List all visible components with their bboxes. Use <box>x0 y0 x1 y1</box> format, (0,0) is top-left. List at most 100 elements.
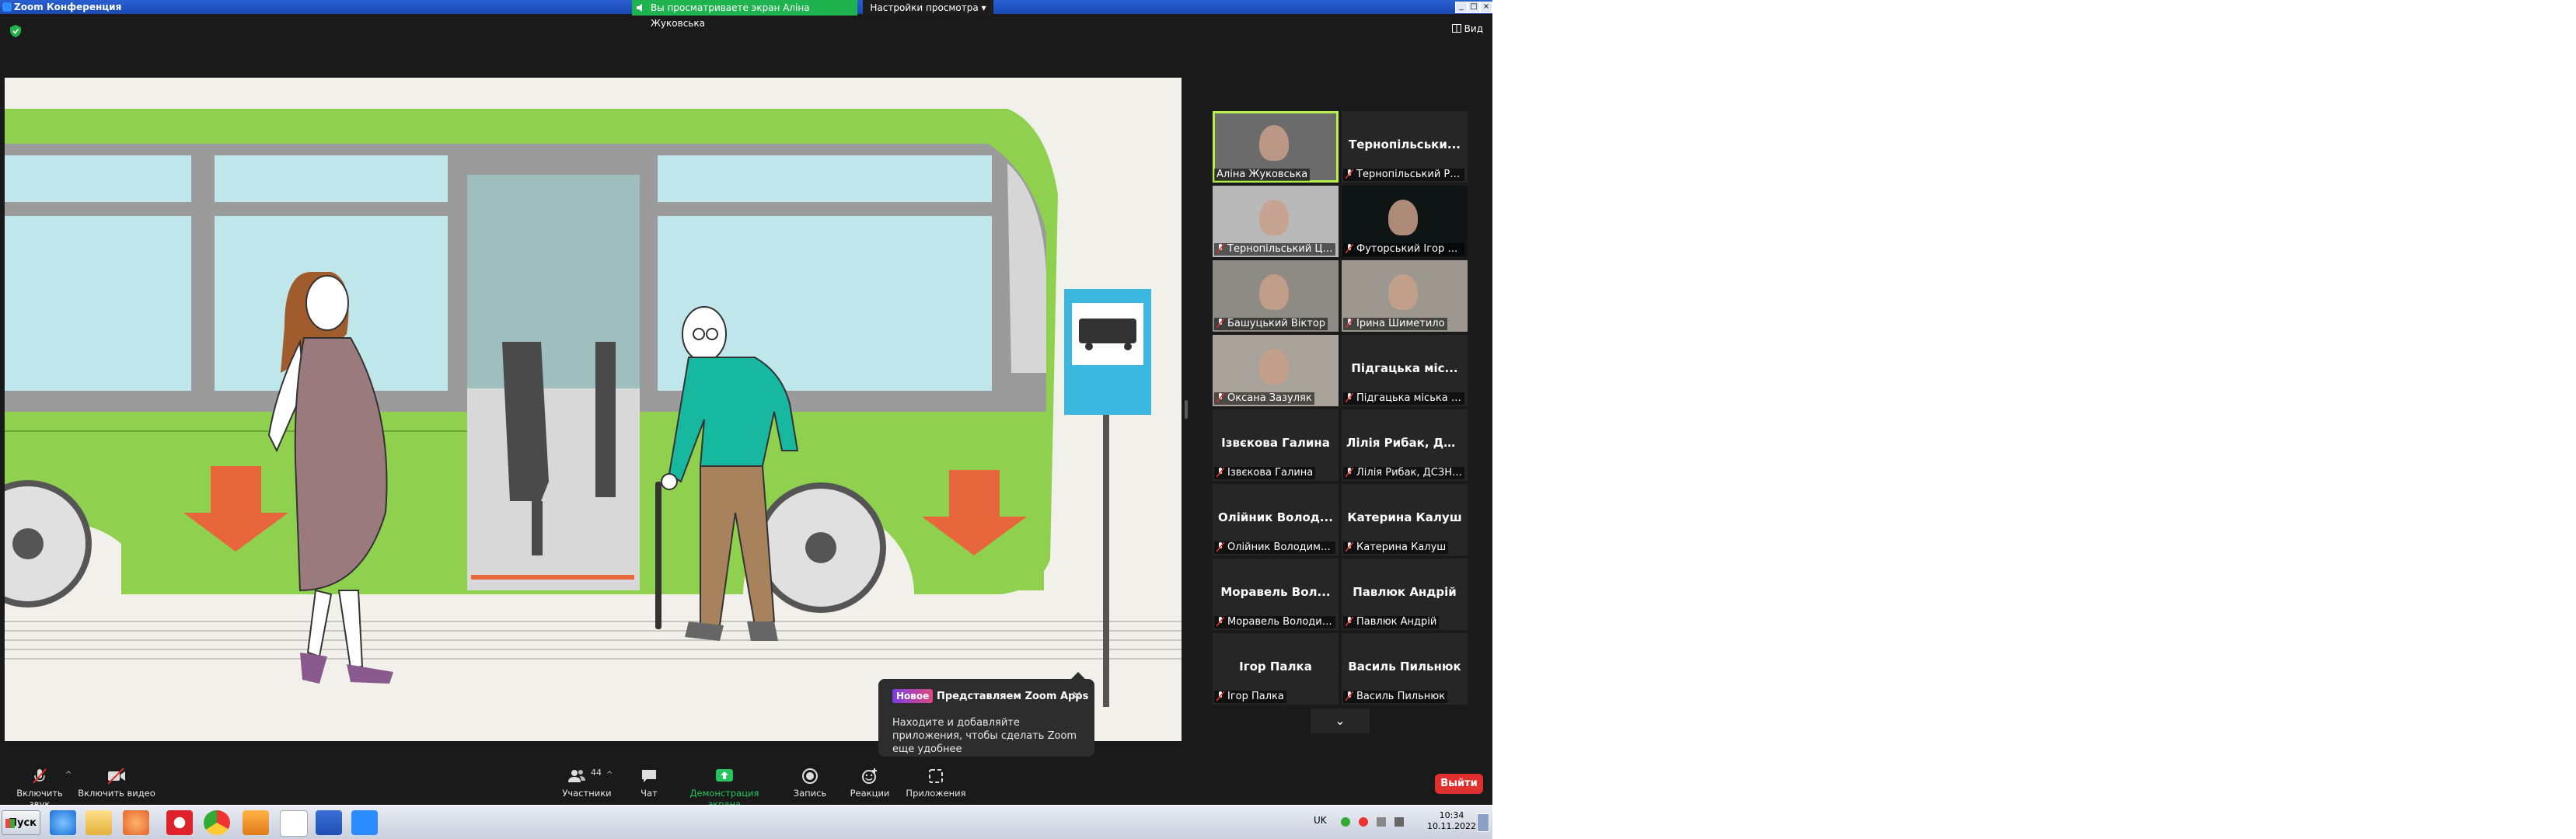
start-button[interactable]: Пуск <box>2 810 40 835</box>
participant-name: Аліна Жуковська <box>1216 169 1308 180</box>
gallery-next-page-button[interactable]: ⌄ <box>1311 708 1370 733</box>
view-button[interactable]: Вид <box>1451 23 1483 34</box>
tray-status-icon[interactable] <box>1341 817 1350 827</box>
network-icon[interactable] <box>1377 817 1387 827</box>
participant-name: Оксана Зазуляк <box>1227 392 1312 404</box>
participant-tile[interactable]: Лілія Рибак, ДС... Лілія Рибак, ДСЗН Т... <box>1342 409 1468 481</box>
zoom-apps-popup: Новое Представляем Zoom Apps × Находите … <box>878 672 1094 757</box>
reactions-label: Реакции <box>850 788 890 799</box>
participant-tile[interactable]: Тернопільський Цен... <box>1213 186 1339 257</box>
record-button[interactable]: Запись <box>787 768 833 799</box>
app-icon-orange[interactable] <box>243 810 269 835</box>
participant-video-feed <box>1259 125 1289 161</box>
participant-tile[interactable]: Футорський Ігор Оле... <box>1342 186 1468 257</box>
muted-mic-icon <box>33 768 47 784</box>
video-off-icon <box>107 768 125 785</box>
participant-name: Тернопільський Цен... <box>1227 243 1335 255</box>
word-icon[interactable] <box>316 810 342 835</box>
opera-browser-icon[interactable] <box>166 810 193 835</box>
speaker-icon <box>637 4 642 12</box>
close-icon[interactable]: × <box>1072 688 1082 702</box>
close-window-button[interactable]: × <box>1480 2 1492 13</box>
participant-display-name: Ігор Палка <box>1239 660 1312 674</box>
window-title: Zoom Конференция <box>14 2 122 12</box>
participant-name-label: Павлюк Андрій <box>1343 616 1440 628</box>
muted-mic-icon <box>1216 244 1224 253</box>
system-tray-icons[interactable] <box>1341 815 1419 829</box>
reactions-button[interactable]: Реакции <box>844 768 895 799</box>
participants-icon: 44 <box>567 768 606 785</box>
participant-tile[interactable]: Башуцький Віктор <box>1213 260 1339 332</box>
chevron-down-icon: ▾ <box>981 2 986 13</box>
windows-logo-icon <box>5 819 15 828</box>
participant-tile[interactable]: Тернопільськи... Тернопільський РЦП <box>1342 111 1468 183</box>
participant-name-label: Підгацька міська ра... <box>1343 392 1464 405</box>
unmute-button[interactable]: Включить звук <box>6 768 73 809</box>
muted-mic-icon <box>1216 468 1224 477</box>
muted-mic-icon <box>1346 542 1353 552</box>
volume-icon[interactable] <box>1394 817 1405 827</box>
participant-tile[interactable]: Ігор Палка Ігор Палка <box>1213 633 1339 705</box>
muted-mic-icon <box>1346 169 1353 179</box>
maximize-button[interactable]: □ <box>1468 2 1480 13</box>
participant-tile[interactable]: Василь Пильнюк Василь Пильнюк <box>1342 633 1468 705</box>
participant-name: Підгацька міська ра... <box>1356 392 1464 404</box>
participant-tile[interactable]: Моравель Вол... Моравель Володим... <box>1213 559 1339 630</box>
participant-name-label: Ігор Палка <box>1214 691 1286 703</box>
share-screen-icon <box>716 769 733 782</box>
panel-resize-handle[interactable] <box>1185 400 1188 419</box>
apps-button[interactable]: Приложения <box>905 768 967 799</box>
muted-mic-icon <box>1216 542 1224 552</box>
participant-name: Моравель Володим... <box>1227 616 1335 628</box>
shield-icon[interactable] <box>10 25 21 37</box>
windows-taskbar: Пуск UK 10:34 10.11.2022 <box>0 805 1492 839</box>
participants-options-caret[interactable]: ^ <box>606 771 613 779</box>
participant-name-label: Моравель Володим... <box>1214 616 1335 628</box>
tray-antivirus-icon[interactable] <box>1359 817 1369 827</box>
popup-pointer <box>1071 672 1085 679</box>
participant-name-label: Башуцький Віктор <box>1214 318 1328 330</box>
leave-button[interactable]: Выйти <box>1435 774 1483 794</box>
chrome-browser-icon[interactable] <box>204 810 230 835</box>
participant-tile[interactable]: Ізвєкова Галина Ізвєкова Галина <box>1213 409 1339 481</box>
chat-button[interactable]: Чат <box>630 768 668 799</box>
participant-tile[interactable]: Оксана Зазуляк <box>1213 335 1339 406</box>
zoom-app-icon <box>2 2 12 12</box>
participant-tile[interactable]: Аліна Жуковська <box>1213 111 1339 183</box>
participant-tile[interactable]: Олійник Волод... Олійник Володимир ... <box>1213 484 1339 555</box>
media-player-icon[interactable] <box>123 810 149 835</box>
apps-label: Приложения <box>906 788 966 799</box>
apps-icon <box>929 769 943 783</box>
zoom-taskbar-icon[interactable] <box>351 810 378 835</box>
participant-tile[interactable]: Ірина Шиметило <box>1342 260 1468 332</box>
participant-tile[interactable]: Катерина Калуш Катерина Калуш <box>1342 484 1468 555</box>
participant-name: Олійник Володимир ... <box>1227 541 1335 553</box>
participants-label: Участники <box>562 788 612 799</box>
participant-display-name: Лілія Рибак, ДС... <box>1346 436 1466 450</box>
share-screen-button[interactable]: Демонстрация экрана <box>678 768 771 809</box>
record-label: Запись <box>793 788 827 799</box>
document-icon[interactable] <box>280 810 308 837</box>
participant-video-feed <box>1388 200 1418 235</box>
participants-count: 44 <box>591 768 602 778</box>
minimize-button[interactable]: _ <box>1455 2 1468 13</box>
participant-name: Тернопільський РЦП <box>1356 169 1464 180</box>
participant-tile[interactable]: Підгацька міс... Підгацька міська ра... <box>1342 335 1468 406</box>
audio-options-caret[interactable]: ^ <box>65 771 72 779</box>
share-status-text: Вы просматриваете экран Аліна Жуковська <box>651 2 810 29</box>
system-clock[interactable]: 10:34 10.11.2022 <box>1427 810 1476 832</box>
shared-screen <box>5 78 1182 741</box>
show-desktop-button[interactable] <box>1477 813 1489 832</box>
view-options-dropdown[interactable]: Настройки просмотра ▾ <box>863 0 993 16</box>
participant-tile[interactable]: Павлюк Андрій Павлюк Андрій <box>1342 559 1468 630</box>
language-indicator[interactable]: UK <box>1314 815 1327 826</box>
start-video-button[interactable]: Включить видео <box>78 768 155 799</box>
muted-mic-icon <box>1346 393 1353 402</box>
internet-explorer-icon[interactable] <box>50 810 76 835</box>
grid-icon <box>1451 24 1461 33</box>
participant-display-name: Моравель Вол... <box>1220 585 1331 599</box>
participant-name-label: Лілія Рибак, ДСЗН Т... <box>1343 467 1464 479</box>
participant-name-label: Ірина Шиметило <box>1343 318 1447 330</box>
clock-time: 10:34 <box>1439 810 1464 820</box>
file-explorer-icon[interactable] <box>86 810 112 835</box>
